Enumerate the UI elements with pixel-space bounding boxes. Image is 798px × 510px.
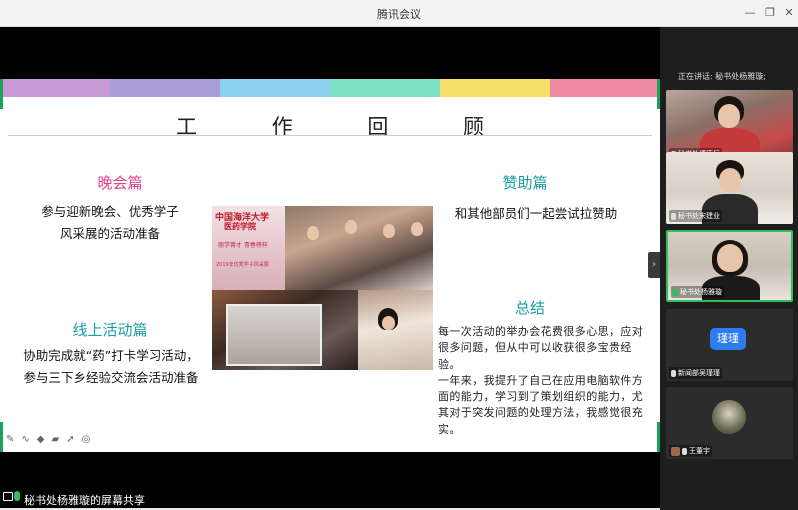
mic-off-icon [671,212,676,220]
participant-avatar [712,400,746,434]
study-photo [358,290,433,370]
participant-tile-2[interactable]: 秘书处宋建业 [666,152,793,224]
participant-name-3: 秘书处杨雅璇 [671,286,724,298]
gala-line-1: 参与迎新晚会、优秀学子 [41,204,179,219]
color-band-3 [220,79,330,97]
sponsor-line-1: 和其他部员们一起尝试拉赞助 [454,206,618,221]
poster-line-2: 医药学院 [224,222,256,231]
participant-name-2: 秘书处宋建业 [669,210,722,222]
group-photo [212,290,358,370]
window-title: 腾讯会议 [377,8,421,21]
curve-icon[interactable]: ∿ [21,434,29,448]
window-title-bar: 腾讯会议 — ❐ ✕ [0,0,798,27]
online-heading: 线上活动篇 [72,321,148,339]
restore-icon[interactable]: ❐ [761,4,779,22]
color-band-4 [330,79,440,97]
color-band-5 [440,79,550,97]
poster-photo: 中国海洋大学 医药学院 丽学菁才 青春榜样 2019年优秀学子风采展 [212,206,285,290]
participant-face [717,244,743,272]
microphone-icon [14,491,20,501]
participant-name-text: 王董宇 [689,447,710,455]
share-border-mark-bl [0,422,3,452]
participant-name-text: 秘书处宋建业 [678,212,720,220]
close-icon[interactable]: ✕ [780,4,798,22]
participant-avatar: 瑾瑾 [710,328,746,350]
color-band-6 [550,79,660,97]
online-text: 协助完成就“药”打卡学习活动， 参与三下乡经验交流会活动准备 [6,345,216,389]
photo-person-1 [307,226,319,240]
minimize-icon[interactable]: — [741,4,759,22]
participant-face [719,168,741,192]
screen-share-icon [3,492,13,501]
photo-person-2 [345,220,357,234]
summary-paragraph-1: 每一次活动的举办会花费很多心思，应对很多问题，但从中可以收获很多宝贵经验。 [438,325,644,371]
participant-tile-5[interactable]: 王董宇 [666,387,793,459]
participant-name-5: 王董宇 [669,445,712,457]
poster-line-3: 丽学菁才 青春榜样 [218,242,268,249]
poster-line-4: 2019年优秀学子风采展 [216,262,269,268]
sponsor-heading: 赞助篇 [502,174,548,192]
online-line-1: 协助完成就“药”打卡学习活动， [23,348,199,363]
participant-tile-4[interactable]: 瑾瑾 新闻部吴瑾瑾 [666,309,793,381]
screen-share-label: 秘书处杨雅璇的屏幕共享 [24,494,145,507]
eraser-icon[interactable]: ▰ [51,434,59,448]
color-band-1 [0,79,110,97]
gala-line-2: 风采展的活动准备 [59,226,160,241]
presentation-slide: 工 作 回 顾 晚会篇 参与迎新晚会、优秀学子 风采展的活动准备 赞助篇 和其他… [0,79,660,452]
pen-icon[interactable]: ✎ [6,434,14,448]
group-photo-frame [226,304,322,366]
participant-tile-3-active[interactable]: 秘书处杨雅璇 [666,230,793,302]
title-divider [8,135,652,136]
screen-share-bar: 秘书处杨雅璇的屏幕共享 [0,488,660,510]
share-border-mark-tl [0,79,3,109]
gala-heading: 晚会篇 [97,174,143,192]
mic-on-icon [673,288,678,296]
participant-name-text: 新闻部吴瑾瑾 [678,369,720,377]
summary-text: 每一次活动的举办会花费很多心思，应对很多问题，但从中可以收获很多宝贵经验。 一年… [438,324,648,438]
marker-icon[interactable]: ◆ [37,434,45,448]
photo-person-4 [411,222,423,236]
sponsor-text: 和其他部员们一起尝试拉赞助 [436,203,636,225]
slide-color-bar [0,79,660,97]
mic-off-icon [671,369,676,377]
summary-heading: 总结 [514,299,545,317]
photo-person-face [382,316,395,330]
user-avatar-icon [671,446,680,456]
annotation-toolbar: ✎ ∿ ◆ ▰ ➚ ◎ [6,434,90,448]
participant-name-text: 秘书处杨雅璇 [680,288,722,296]
gala-text: 参与迎新晚会、优秀学子 风采展的活动准备 [10,201,210,245]
color-band-2 [110,79,220,97]
participant-face [718,104,740,128]
event-photo-group [285,206,433,290]
participant-name-4: 新闻部吴瑾瑾 [669,367,722,379]
summary-paragraph-2: 一年来，我提升了自己在应用电脑软件方面的能力，学习到了策划组织的能力，尤其对于突… [438,373,644,436]
speaking-indicator: 正在讲话: 秘书处杨雅璇; [678,72,766,81]
mic-off-icon [682,447,687,455]
pointer-icon[interactable]: ➚ [66,434,74,448]
online-line-2: 参与三下乡经验交流会活动准备 [23,370,199,385]
panel-collapse-chevron-icon[interactable]: › [648,252,660,278]
photo-person-3 [383,224,395,238]
laser-icon[interactable]: ◎ [82,434,91,448]
slide-title: 工 作 回 顾 [175,115,519,139]
